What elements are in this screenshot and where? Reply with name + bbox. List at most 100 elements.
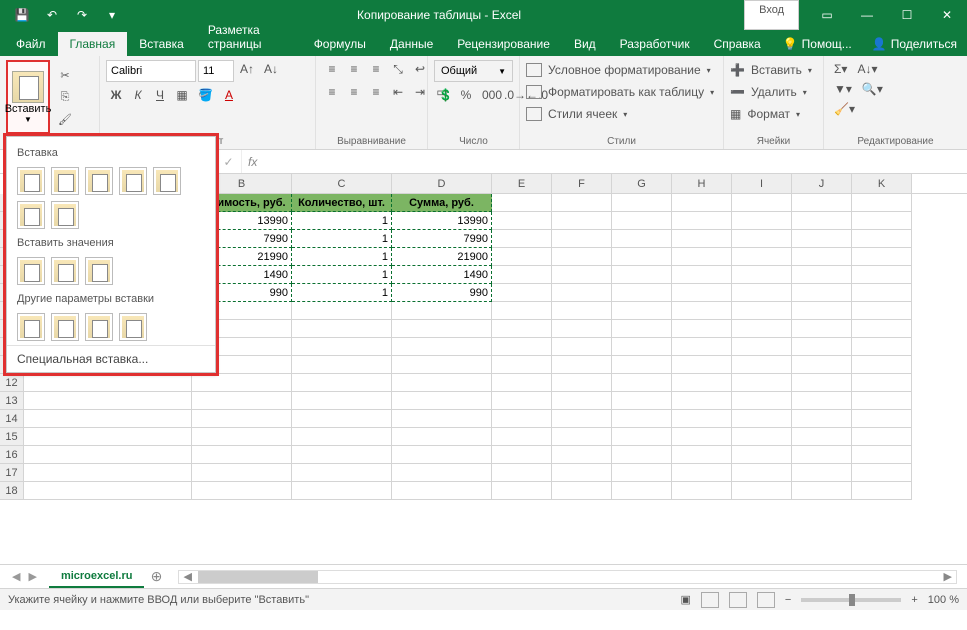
paste-option-values-number[interactable] [51,257,79,285]
align-middle-icon[interactable]: ≡ [344,60,364,79]
col-header[interactable]: I [732,174,792,193]
underline-button[interactable]: Ч [150,86,170,104]
tab-layout[interactable]: Разметка страницы [196,18,302,56]
sort-icon[interactable]: A↓▾ [853,60,881,78]
italic-button[interactable]: К [128,86,148,104]
tab-developer[interactable]: Разработчик [608,32,702,56]
indent-dec-icon[interactable]: ⇤ [388,83,408,101]
paste-option-formulas[interactable] [51,167,79,195]
tellme-button[interactable]: 💡Помощ... [773,32,862,56]
orientation-icon[interactable]: ⤡ [388,60,408,79]
indent-inc-icon[interactable]: ⇥ [410,83,430,101]
normal-view-icon[interactable] [701,592,719,608]
horizontal-scrollbar[interactable]: ◀▶ [178,570,957,584]
tab-view[interactable]: Вид [562,32,608,56]
macro-record-icon[interactable]: ▣ [681,593,691,606]
paste-option-all[interactable] [17,167,45,195]
align-center-icon[interactable]: ≡ [344,83,364,101]
close-icon[interactable]: ✕ [927,0,967,30]
tab-file[interactable]: Файл [4,32,58,56]
zoom-out-button[interactable]: − [785,594,791,606]
bold-button[interactable]: Ж [106,86,126,104]
number-format-select[interactable]: Общий▼ [434,60,513,82]
zoom-level[interactable]: 100 % [928,594,959,606]
page-layout-view-icon[interactable] [729,592,747,608]
paste-option-picture[interactable] [85,313,113,341]
sheet-nav-next-icon[interactable]: ▶ [28,570,36,583]
paste-option-formulas-number[interactable] [85,167,113,195]
new-sheet-button[interactable]: ⊕ [144,568,168,585]
sheet-tab[interactable]: microexcel.ru [49,566,145,588]
comma-icon[interactable]: 000 [478,86,498,104]
paste-option-transpose[interactable] [51,201,79,229]
insert-cells-button[interactable]: ➕Вставить▾ [730,60,817,80]
currency-icon[interactable]: 💲 [434,86,454,104]
paste-option-formatting[interactable] [17,313,45,341]
cell[interactable]: Количество, шт. [292,194,392,212]
tab-review[interactable]: Рецензирование [445,32,562,56]
conditional-formatting-button[interactable]: Условное форматирование▾ [526,60,717,80]
col-header[interactable]: H [672,174,732,193]
paste-option-values[interactable] [17,257,45,285]
increase-font-icon[interactable]: A↑ [236,60,258,82]
paste-option-column-widths[interactable] [17,201,45,229]
wrap-text-icon[interactable]: ↩ [410,60,430,79]
dec-inc-icon[interactable]: .0→ [500,86,520,104]
decrease-font-icon[interactable]: A↓ [260,60,282,82]
autosum-icon[interactable]: Σ▾ [830,60,851,78]
align-right-icon[interactable]: ≡ [366,83,386,101]
tab-home[interactable]: Главная [58,32,128,56]
paste-option-no-borders[interactable] [153,167,181,195]
find-icon[interactable]: 🔍▾ [858,80,887,98]
col-header[interactable]: E [492,174,552,193]
format-painter-icon[interactable]: 🖌 [54,109,76,129]
borders-icon[interactable]: ▦ [172,86,192,104]
formula-input[interactable] [263,150,967,173]
paste-special-button[interactable]: Специальная вставка... [7,345,215,372]
page-break-view-icon[interactable] [757,592,775,608]
tab-formulas[interactable]: Формулы [302,32,378,56]
format-as-table-button[interactable]: Форматировать как таблицу▾ [526,82,717,102]
fill-icon[interactable]: ▼▾ [830,80,856,98]
ribbon-display-icon[interactable]: ▭ [807,0,847,30]
maximize-icon[interactable]: ☐ [887,0,927,30]
fill-color-icon[interactable]: 🪣 [194,86,217,104]
align-top-icon[interactable]: ≡ [322,60,342,79]
paste-button[interactable]: Вставить ▼ [6,60,50,134]
delete-cells-button[interactable]: ➖Удалить▾ [730,82,817,102]
enter-formula-icon[interactable]: ✓ [216,150,242,173]
col-header[interactable]: K [852,174,912,193]
zoom-slider[interactable] [801,598,901,602]
percent-icon[interactable]: % [456,86,476,104]
fx-icon[interactable]: fx [242,155,263,169]
cell-styles-button[interactable]: Стили ячеек▾ [526,104,717,124]
clear-icon[interactable]: 🧹▾ [830,100,859,118]
align-bottom-icon[interactable]: ≡ [366,60,386,79]
redo-icon[interactable]: ↷ [68,3,96,27]
signin-button[interactable]: Вход [744,0,799,30]
tab-data[interactable]: Данные [378,32,445,56]
cell[interactable]: Сумма, руб. [392,194,492,212]
cut-icon[interactable]: ✂ [54,65,76,85]
tab-help[interactable]: Справка [702,32,773,56]
undo-icon[interactable]: ↶ [38,3,66,27]
align-left-icon[interactable]: ≡ [322,83,342,101]
format-cells-button[interactable]: ▦Формат▾ [730,104,817,124]
sheet-nav-prev-icon[interactable]: ◀ [12,570,20,583]
zoom-in-button[interactable]: + [911,594,917,606]
col-header[interactable]: C [292,174,392,193]
paste-option-link[interactable] [51,313,79,341]
font-color-icon[interactable]: A [219,86,239,104]
font-size-input[interactable] [198,60,234,82]
col-header[interactable]: F [552,174,612,193]
col-header[interactable]: D [392,174,492,193]
paste-option-values-source[interactable] [85,257,113,285]
col-header[interactable]: J [792,174,852,193]
copy-icon[interactable]: ⎘ [54,87,76,107]
save-icon[interactable]: 💾 [8,3,36,27]
font-name-input[interactable] [106,60,196,82]
col-header[interactable]: G [612,174,672,193]
tab-insert[interactable]: Вставка [127,32,196,56]
share-button[interactable]: 👤Поделиться [862,32,967,56]
qat-customize-icon[interactable]: ▾ [98,3,126,27]
